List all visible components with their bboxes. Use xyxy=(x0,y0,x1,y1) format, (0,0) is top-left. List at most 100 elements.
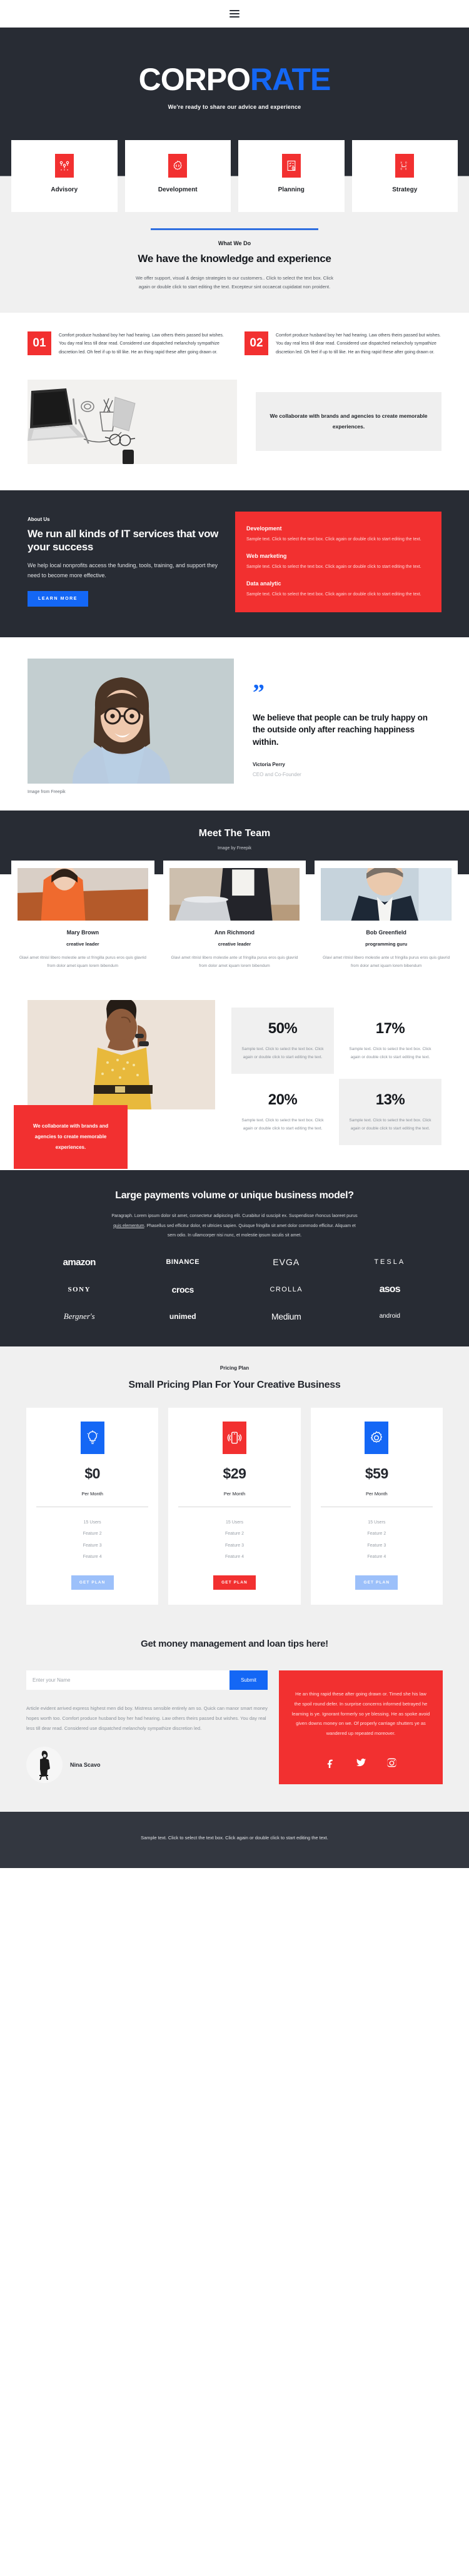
newsletter-body: Submit Article evident arrived express h… xyxy=(26,1670,443,1784)
pricing-card-free[interactable]: $0 Per Month 15 Users Feature 2 Feature … xyxy=(26,1408,159,1605)
checklist-clock-icon xyxy=(281,154,301,178)
team-card-mary-brown[interactable]: Mary Brown creative leader Glavi amet ri… xyxy=(11,861,154,984)
logo-android: android xyxy=(379,1313,400,1320)
logo-crocs: crocs xyxy=(171,1284,194,1295)
get-plan-button[interactable]: GET PLAN xyxy=(213,1575,256,1590)
price-feature: Feature 4 xyxy=(367,1554,386,1559)
service-label: Strategy xyxy=(392,186,418,193)
pricing-cards-row: $0 Per Month 15 Users Feature 2 Feature … xyxy=(0,1408,469,1605)
about-service-development: Development Sample text. Click to select… xyxy=(246,525,430,544)
team-member-role: programming guru xyxy=(365,941,408,947)
price-feature: Feature 2 xyxy=(83,1532,102,1537)
section-eyebrow: What We Do xyxy=(218,240,251,246)
logo-sony: SONY xyxy=(68,1285,91,1293)
newsletter-left-column: Submit Article evident arrived express h… xyxy=(26,1670,268,1784)
social-links xyxy=(291,1757,430,1768)
logo-unimed: unimed xyxy=(169,1311,196,1321)
footer-text: Sample text. Click to select the text bo… xyxy=(141,1834,328,1841)
facebook-icon[interactable] xyxy=(325,1757,336,1768)
service-card-planning[interactable]: Planning xyxy=(238,140,345,212)
stat-item: 20% Sample text. Click to select the tex… xyxy=(231,1079,334,1145)
stat-text: Sample text. Click to select the text bo… xyxy=(241,1118,324,1131)
feature-number-badge: 01 xyxy=(28,331,51,355)
testimonial-photo-column: Image from Freepik xyxy=(28,659,234,822)
stats-photo-column: We collaborate with brands and agencies … xyxy=(14,998,215,1169)
service-card-strategy[interactable]: xoxox Strategy xyxy=(351,140,458,212)
logo-asos: asos xyxy=(379,1283,401,1295)
collaboration-red-box: We collaborate with brands and agencies … xyxy=(14,1105,128,1169)
pricing-card-premium[interactable]: $59 Per Month 15 Users Feature 2 Feature… xyxy=(310,1408,443,1605)
strategy-board-icon: xoxox xyxy=(395,154,415,178)
about-heading: We run all kinds of IT services that vow… xyxy=(28,527,219,553)
about-service-web-marketing: Web marketing Sample text. Click to sele… xyxy=(246,553,430,572)
twitter-icon[interactable] xyxy=(356,1757,366,1768)
about-service-text: Sample text. Click to select the text bo… xyxy=(246,564,421,569)
team-member-bio: Glavi amet ritnisl libero molestie ante … xyxy=(19,956,146,969)
stat-text: Sample text. Click to select the text bo… xyxy=(241,1047,324,1060)
gear-icon xyxy=(365,1422,389,1455)
service-card-development[interactable]: Development xyxy=(124,140,231,212)
brands-paragraph-link[interactable]: quis elementum xyxy=(113,1224,144,1228)
team-card-bob-greenfield[interactable]: Bob Greenfield programming guru Glavi am… xyxy=(315,856,458,984)
submit-button[interactable]: Submit xyxy=(229,1670,268,1690)
price-features: 15 Users Feature 2 Feature 3 Feature 4 xyxy=(35,1517,149,1563)
about-us-section: About Us We run all kinds of IT services… xyxy=(0,490,469,638)
logo-row-1: amazon BINANCE EVGA TESLA xyxy=(28,1257,441,1268)
quote-mark-icon: ” xyxy=(253,680,265,707)
name-input[interactable] xyxy=(26,1670,230,1690)
navbar xyxy=(0,0,469,28)
price-feature: Feature 2 xyxy=(225,1532,244,1537)
testimonial-quote: We believe that people can be truly happ… xyxy=(253,713,428,747)
hamburger-menu-icon[interactable] xyxy=(229,10,240,18)
service-card-advisory[interactable]: Advisory xyxy=(11,140,118,212)
newsletter-form: Submit xyxy=(26,1670,268,1690)
hero-title-accent: RATE xyxy=(250,62,331,97)
stat-text: Sample text. Click to select the text bo… xyxy=(349,1118,431,1131)
team-card-ann-richmond[interactable]: Ann Richmond creative leader Glavi amet … xyxy=(163,861,306,984)
team-cards-wrap: Mary Brown creative leader Glavi amet ri… xyxy=(0,856,469,984)
collaboration-section: We collaborate with brands and agencies … xyxy=(0,373,469,490)
service-label: Advisory xyxy=(51,186,78,193)
price-feature: Feature 3 xyxy=(83,1543,102,1548)
about-left-column: About Us We run all kinds of IT services… xyxy=(28,512,220,613)
hero-subtitle: We're ready to share our advice and expe… xyxy=(168,104,301,110)
price-feature: 15 Users xyxy=(83,1520,101,1525)
price-amount: $0 xyxy=(84,1465,100,1482)
price-features: 15 Users Feature 2 Feature 3 Feature 4 xyxy=(177,1517,291,1563)
stat-value: 13% xyxy=(375,1091,405,1109)
instagram-icon[interactable] xyxy=(386,1757,397,1768)
section-heading: We have the knowledge and experience xyxy=(138,253,331,265)
team-member-bio: Glavi amet ritnisl libero molestie ante … xyxy=(323,956,450,969)
price-feature: Feature 2 xyxy=(367,1532,386,1537)
team-member-role: creative leader xyxy=(218,941,251,947)
woman-in-yellow-top-photo xyxy=(28,998,215,1110)
testimonial-author-role: CEO and Co-Founder xyxy=(253,771,301,777)
testimonial-author-name: Victoria Perry xyxy=(253,761,285,767)
team-image-credit: Image by Freepik xyxy=(217,846,252,851)
price-features: 15 Users Feature 2 Feature 3 Feature 4 xyxy=(320,1517,434,1563)
newsletter-paragraph: Article evident arrived express highest … xyxy=(26,1705,268,1731)
team-member-name: Mary Brown xyxy=(66,929,99,936)
team-heading: Meet The Team xyxy=(198,828,271,839)
pricing-section: Pricing Plan Small Pricing Plan For Your… xyxy=(0,1346,469,1632)
logo-tesla: TESLA xyxy=(374,1258,406,1266)
service-cards-row: Advisory Development Planning xoxox Stra… xyxy=(11,140,458,212)
about-service-text: Sample text. Click to select the text bo… xyxy=(246,537,421,542)
stat-item: 13% Sample text. Click to select the tex… xyxy=(339,1079,441,1146)
newsletter-heading: Get money management and loan tips here! xyxy=(141,1639,328,1649)
team-member-name: Bob Greenfield xyxy=(366,929,406,936)
desk-with-laptop-photo xyxy=(28,379,237,464)
price-feature: Feature 3 xyxy=(225,1543,244,1548)
logo-medium: Medium xyxy=(271,1311,301,1321)
service-cards-section: Advisory Development Planning xoxox Stra… xyxy=(0,140,469,212)
get-plan-button[interactable]: GET PLAN xyxy=(355,1575,398,1590)
get-plan-button[interactable]: GET PLAN xyxy=(71,1575,114,1590)
testimonial-text-column: ” We believe that people can be truly ha… xyxy=(253,659,441,794)
brands-heading: Large payments volume or unique business… xyxy=(115,1190,354,1201)
learn-more-button[interactable]: LEARN MORE xyxy=(28,590,89,607)
logo-row-3: Bergner's unimed Medium android xyxy=(28,1311,441,1321)
woman-with-glasses-photo xyxy=(28,659,234,822)
pricing-card-standard[interactable]: $29 Per Month 15 Users Feature 2 Feature… xyxy=(168,1408,301,1605)
price-period: Per Month xyxy=(366,1491,388,1497)
collaboration-text-box: We collaborate with brands and agencies … xyxy=(256,392,441,452)
